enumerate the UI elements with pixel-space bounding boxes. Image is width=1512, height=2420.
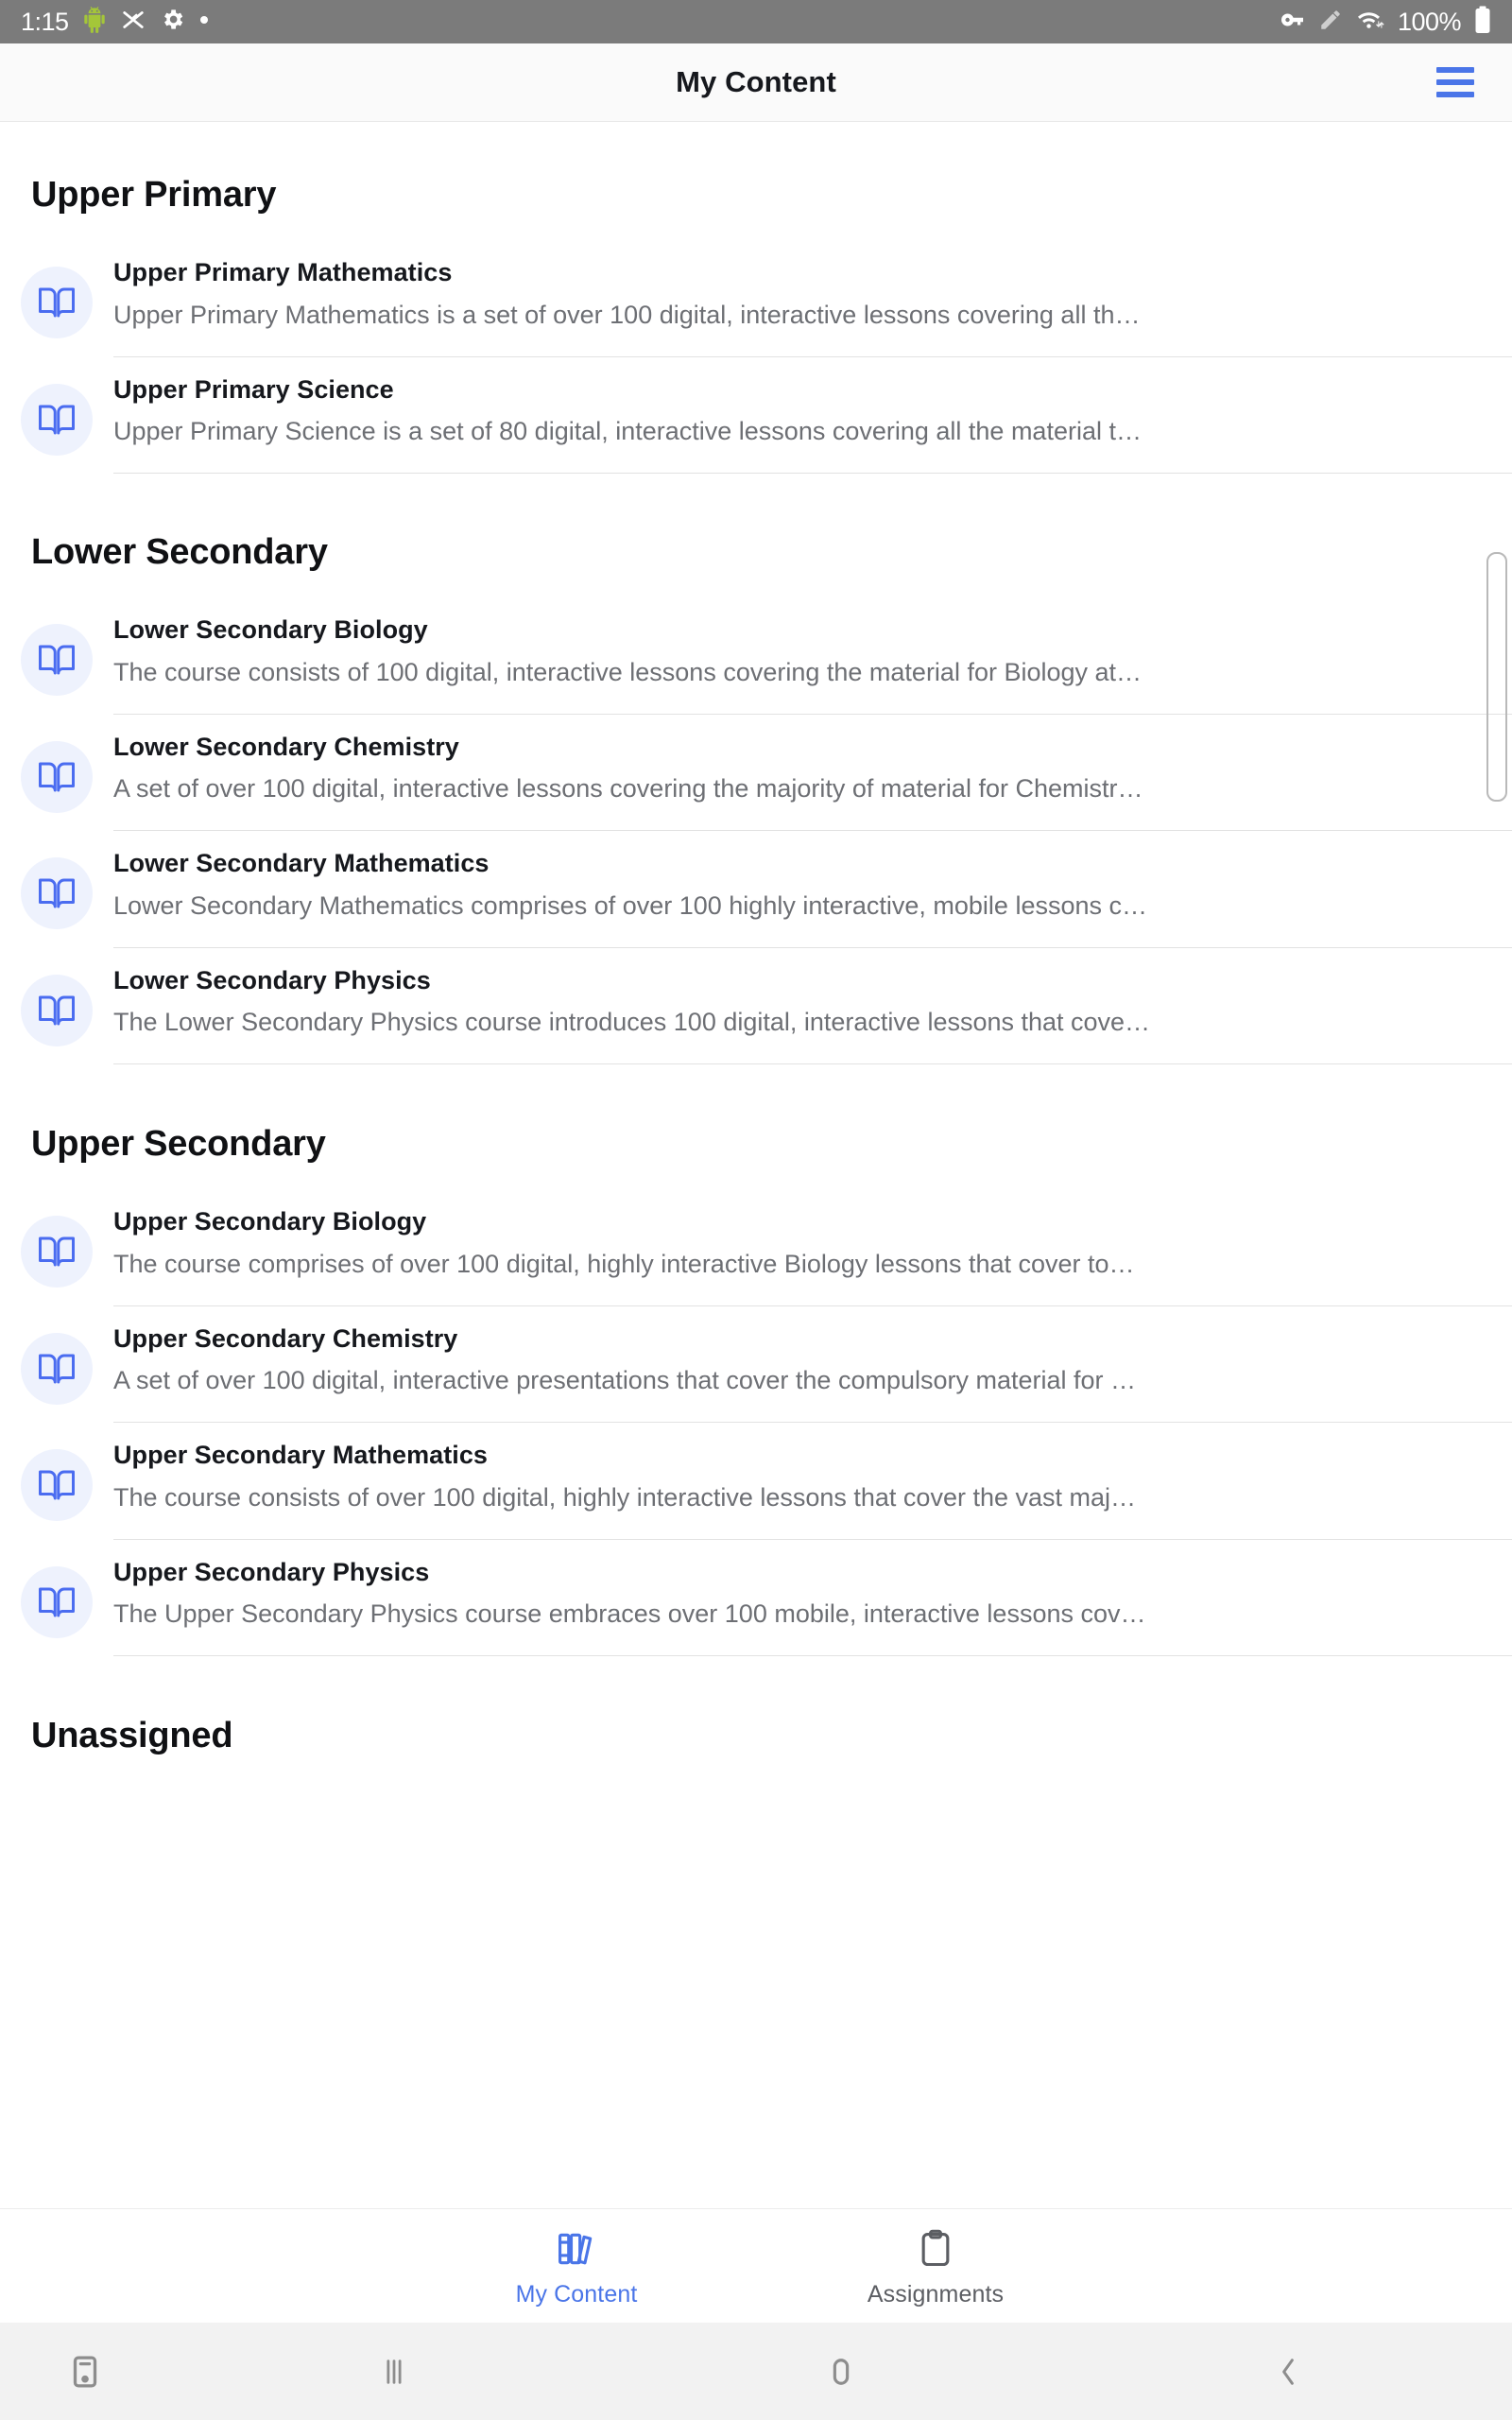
- list-item-title: Lower Secondary Mathematics: [113, 849, 490, 877]
- library-books-icon: [556, 2223, 597, 2274]
- list-item-description: The course consists of 100 digital, inte…: [113, 657, 1143, 686]
- status-clock: 1:15: [21, 7, 69, 36]
- list-item-description: A set of over 100 digital, interactive l…: [113, 774, 1143, 804]
- list-item[interactable]: Upper Secondary Chemistry A set of over …: [0, 1306, 1512, 1423]
- list-item-description: The course comprises of over 100 digital…: [113, 1249, 1135, 1278]
- list-item-title: Upper Secondary Mathematics: [113, 1441, 488, 1469]
- open-book-icon: [21, 1332, 93, 1405]
- content-scroll-area[interactable]: Upper Primary Upper Primary Mathematics …: [0, 122, 1512, 2209]
- list-item-description: The Lower Secondary Physics course intro…: [113, 1008, 1151, 1037]
- status-bar-left: 1:15: [21, 6, 210, 39]
- list-item-divider: [113, 473, 1512, 474]
- section-list-lower-secondary: Lower Secondary Biology The course consi…: [0, 597, 1512, 1064]
- open-book-icon: [21, 740, 93, 813]
- page-title: My Content: [676, 65, 836, 98]
- list-item-description: The course consists of over 100 digital,…: [113, 1482, 1137, 1512]
- open-book-icon: [21, 1216, 93, 1288]
- tab-label-assignments: Assignments: [867, 2281, 1005, 2308]
- screenshot-icon[interactable]: [0, 2352, 170, 2392]
- list-item-description: Upper Primary Mathematics is a set of ov…: [113, 300, 1141, 329]
- list-item-title: Upper Secondary Biology: [113, 1207, 427, 1236]
- open-book-icon: [21, 624, 93, 696]
- open-book-icon: [21, 1565, 93, 1638]
- android-robot-icon: [82, 6, 107, 39]
- list-item-body: Lower Secondary Chemistry A set of over …: [93, 715, 1512, 831]
- wifi-icon: [1356, 8, 1384, 37]
- list-item-body: Lower Secondary Physics The Lower Second…: [93, 948, 1512, 1064]
- section-heading-upper-primary: Upper Primary: [31, 175, 277, 215]
- open-book-icon: [21, 974, 93, 1046]
- list-item-body: Upper Primary Science Upper Primary Scie…: [93, 357, 1512, 474]
- list-item[interactable]: Upper Primary Science Upper Primary Scie…: [0, 357, 1512, 474]
- list-item-description: A set of over 100 digital, interactive p…: [113, 1366, 1137, 1395]
- list-item-title: Lower Secondary Chemistry: [113, 732, 459, 761]
- vertical-scrollbar-thumb[interactable]: [1486, 552, 1507, 802]
- list-item-body: Upper Secondary Chemistry A set of over …: [93, 1306, 1512, 1423]
- list-item-title: Lower Secondary Biology: [113, 615, 428, 644]
- hamburger-bar-1: [1436, 67, 1474, 73]
- list-item-title: Upper Primary Science: [113, 374, 394, 404]
- screen-cast-off-icon: [120, 7, 146, 38]
- gear-icon: [160, 7, 185, 37]
- battery-icon: [1474, 6, 1491, 39]
- list-item-description: The Upper Secondary Physics course embra…: [113, 1599, 1146, 1629]
- open-book-icon: [21, 1449, 93, 1521]
- list-item-title: Lower Secondary Physics: [113, 965, 431, 994]
- list-item-body: Upper Primary Mathematics Upper Primary …: [93, 240, 1512, 357]
- hamburger-bar-2: [1436, 79, 1474, 85]
- list-item-body: Upper Secondary Biology The course compr…: [93, 1189, 1512, 1306]
- android-navigation-bar: [0, 2323, 1512, 2420]
- section-heading-lower-secondary: Lower Secondary: [31, 532, 328, 572]
- recent-apps-icon[interactable]: [170, 2352, 617, 2392]
- open-book-icon: [21, 383, 93, 456]
- list-item-title: Upper Secondary Chemistry: [113, 1323, 458, 1353]
- list-item-body: Upper Secondary Physics The Upper Second…: [93, 1540, 1512, 1656]
- list-item-body: Upper Secondary Mathematics The course c…: [93, 1423, 1512, 1540]
- list-item[interactable]: Lower Secondary Biology The course consi…: [0, 597, 1512, 715]
- section-list-upper-secondary: Upper Secondary Biology The course compr…: [0, 1189, 1512, 1656]
- pencil-icon: [1318, 8, 1343, 37]
- list-item[interactable]: Lower Secondary Chemistry A set of over …: [0, 715, 1512, 831]
- list-item[interactable]: Lower Secondary Physics The Lower Second…: [0, 948, 1512, 1064]
- battery-percent-label: 100%: [1397, 7, 1462, 36]
- list-item[interactable]: Upper Secondary Physics The Upper Second…: [0, 1540, 1512, 1656]
- list-item[interactable]: Lower Secondary Mathematics Lower Second…: [0, 831, 1512, 948]
- tab-assignments[interactable]: Assignments: [822, 2223, 1049, 2308]
- tab-my-content[interactable]: My Content: [463, 2223, 690, 2308]
- app-bar: My Content: [0, 43, 1512, 122]
- list-item-title: Upper Secondary Physics: [113, 1557, 430, 1586]
- open-book-icon: [21, 857, 93, 929]
- list-item[interactable]: Upper Primary Mathematics Upper Primary …: [0, 240, 1512, 357]
- list-item-divider: [113, 1655, 1512, 1656]
- list-item-body: Lower Secondary Biology The course consi…: [93, 597, 1512, 715]
- bottom-tab-bar: My Content Assignments: [0, 2208, 1512, 2323]
- status-bar-right: 100%: [1277, 6, 1491, 39]
- dot-icon: [198, 13, 210, 30]
- list-item[interactable]: Upper Secondary Mathematics The course c…: [0, 1423, 1512, 1540]
- hamburger-bar-3: [1436, 92, 1474, 97]
- android-status-bar: 1:15 100%: [0, 0, 1512, 43]
- open-book-icon: [21, 267, 93, 338]
- hamburger-menu-icon[interactable]: [1425, 52, 1486, 112]
- list-item-description: Lower Secondary Mathematics comprises of…: [113, 890, 1147, 920]
- tab-label-my-content: My Content: [515, 2281, 638, 2308]
- list-item-divider: [113, 1063, 1512, 1064]
- section-heading-upper-secondary: Upper Secondary: [31, 1124, 326, 1164]
- vpn-key-icon: [1277, 8, 1305, 37]
- list-item-description: Upper Primary Science is a set of 80 dig…: [113, 417, 1142, 446]
- home-icon[interactable]: [617, 2352, 1064, 2392]
- section-heading-unassigned: Unassigned: [31, 1716, 233, 1755]
- list-item-body: Lower Secondary Mathematics Lower Second…: [93, 831, 1512, 948]
- list-item-title: Upper Primary Mathematics: [113, 258, 453, 286]
- clipboard-icon: [915, 2223, 956, 2274]
- back-icon[interactable]: [1065, 2352, 1512, 2392]
- list-item[interactable]: Upper Secondary Biology The course compr…: [0, 1189, 1512, 1306]
- section-list-upper-primary: Upper Primary Mathematics Upper Primary …: [0, 240, 1512, 474]
